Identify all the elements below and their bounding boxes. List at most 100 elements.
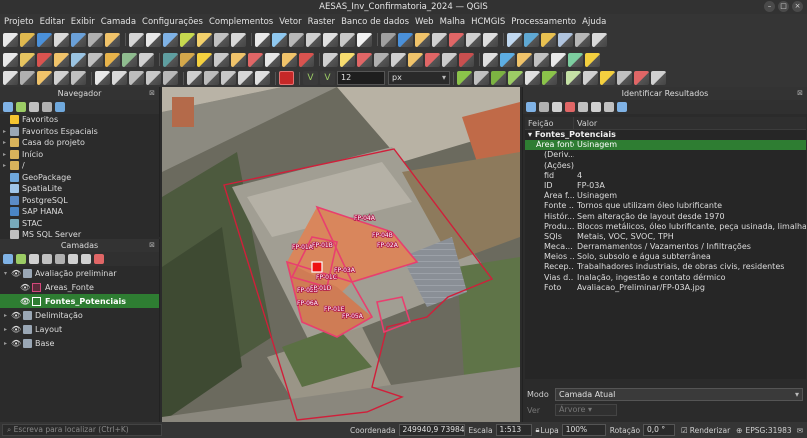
tool-row2-27-icon[interactable]: [483, 52, 498, 67]
layer-style-icon[interactable]: [3, 254, 13, 264]
tool-row3b-11-icon[interactable]: [651, 71, 666, 85]
browser-item[interactable]: SpatiaLite: [0, 183, 159, 195]
browser-item[interactable]: SAP HANA: [0, 206, 159, 218]
messages-icon[interactable]: ✉: [797, 426, 803, 435]
tool-row2-16-icon[interactable]: [282, 52, 297, 67]
tool-row3b-10-icon[interactable]: [634, 71, 649, 85]
menu-item-6[interactable]: Vetor: [279, 17, 301, 27]
tool-row3-9-icon[interactable]: [163, 71, 178, 85]
tool-row1-18-icon[interactable]: [323, 32, 338, 47]
identify-row[interactable]: fid 4: [525, 171, 806, 181]
filter-expression-icon[interactable]: [55, 254, 65, 264]
tool-row1-29-icon[interactable]: [524, 32, 539, 47]
identify-row[interactable]: Meios ... Solo, subsolo e água subterrâne…: [525, 252, 806, 262]
tool-row3-1-icon[interactable]: [20, 71, 35, 85]
identify-row[interactable]: Vias d... Inalação, ingestão e contato dé…: [525, 273, 806, 283]
menu-item-0[interactable]: Projeto: [4, 17, 34, 27]
layer-group-row[interactable]: ▾ 👁︎ Avaliação preliminar: [0, 266, 159, 280]
browser-item[interactable]: ▸ Favoritos Espaciais: [0, 126, 159, 138]
tool-row2-25-icon[interactable]: [442, 52, 457, 67]
visibility-eye-icon[interactable]: 👁︎: [20, 297, 30, 306]
tool-row1-5-icon[interactable]: [88, 32, 103, 47]
identify-row[interactable]: Histór... Sem alteração de layout desde 1…: [525, 212, 806, 222]
add-group-icon[interactable]: [16, 254, 26, 264]
tool-row2-0-icon[interactable]: [3, 52, 18, 67]
add-layer-icon[interactable]: [16, 102, 26, 112]
snapping-tolerance-input[interactable]: 12: [337, 71, 385, 85]
identify-row[interactable]: Recep... Trabalhadores industriais, de ob…: [525, 262, 806, 272]
expand-new-results-icon[interactable]: [552, 102, 562, 112]
panel-close-icon[interactable]: ⊠: [797, 87, 803, 100]
crs-globe-icon[interactable]: ⊕: [736, 426, 742, 435]
tool-row3b-2-icon[interactable]: [491, 71, 506, 85]
layer-group-row[interactable]: ▸ 👁︎ Layout: [0, 322, 159, 336]
snapping-vertex-icon[interactable]: V: [303, 71, 318, 85]
menu-item-4[interactable]: Configurações: [142, 17, 203, 27]
tool-row3b-9-icon[interactable]: [617, 71, 632, 85]
scale-field[interactable]: 1:513: [495, 424, 532, 436]
tool-row1-0-icon[interactable]: [3, 32, 18, 47]
tool-row1-27-icon[interactable]: [483, 32, 498, 47]
identify-row[interactable]: Área f... Usinagem: [525, 191, 806, 201]
tool-row1-6-icon[interactable]: [105, 32, 120, 47]
tool-row3-8-icon[interactable]: [146, 71, 161, 85]
tool-row3b-6-icon[interactable]: [566, 71, 581, 85]
tool-row3b-3-icon[interactable]: [508, 71, 523, 85]
menu-item-2[interactable]: Exibir: [71, 17, 95, 27]
tool-row2-12-icon[interactable]: [214, 52, 229, 67]
map-svg[interactable]: FP-01A FP-01B FP-01CFP-03A FP-04A FP-04B FP-0…: [162, 87, 520, 422]
browser-item[interactable]: ▸ Casa do projeto: [0, 137, 159, 149]
visibility-eye-icon[interactable]: 👁︎: [11, 311, 21, 320]
tool-row3-6-icon[interactable]: [112, 71, 127, 85]
tool-row2-32-icon[interactable]: [568, 52, 583, 67]
tool-row2-29-icon[interactable]: [517, 52, 532, 67]
tool-row3-13-icon[interactable]: [238, 71, 253, 85]
menu-item-12[interactable]: Processamento: [511, 17, 576, 27]
tool-row1-24-icon[interactable]: [432, 32, 447, 47]
tool-row2-11-icon[interactable]: [197, 52, 212, 67]
tool-row3-10-icon[interactable]: [187, 71, 202, 85]
tool-row1-32-icon[interactable]: [575, 32, 590, 47]
manage-map-themes-icon[interactable]: [29, 254, 39, 264]
tool-row1-17-icon[interactable]: [306, 32, 321, 47]
menu-item-13[interactable]: Ajuda: [582, 17, 606, 27]
close-icon[interactable]: ×: [792, 1, 803, 12]
tool-row2-3-icon[interactable]: [54, 52, 69, 67]
identify-row[interactable]: (Ações): [525, 161, 806, 171]
identify-row[interactable]: Foto Avaliacao_Preliminar/FP-03A.jpg: [525, 283, 806, 293]
remove-layer-icon[interactable]: [94, 254, 104, 264]
lock-scale-icon[interactable]: 🔒︎: [536, 425, 540, 435]
tool-row1-10-icon[interactable]: [180, 32, 195, 47]
print-icon[interactable]: [591, 102, 601, 112]
tool-row2-5-icon[interactable]: [88, 52, 103, 67]
identify-row[interactable]: Meca... Derramamentos / Vazamentos / Infi…: [525, 242, 806, 252]
snapping-magnet-icon[interactable]: [279, 71, 294, 85]
tool-row1-33-icon[interactable]: [592, 32, 607, 47]
panel-close-icon[interactable]: ⊠: [149, 87, 155, 100]
coordinate-field[interactable]: 249940,9 7398435,2: [398, 424, 465, 436]
tool-row3-2-icon[interactable]: [37, 71, 52, 85]
browser-item[interactable]: STAC: [0, 218, 159, 230]
tool-row1-25-icon[interactable]: [449, 32, 464, 47]
expand-all-icon[interactable]: [68, 254, 78, 264]
visibility-eye-icon[interactable]: 👁︎: [11, 325, 21, 334]
identify-settings-icon[interactable]: [604, 102, 614, 112]
tool-row2-2-icon[interactable]: [37, 52, 52, 67]
tool-row2-20-icon[interactable]: [357, 52, 372, 67]
tool-row3b-4-icon[interactable]: [525, 71, 540, 85]
expand-arrow-icon[interactable]: ▸: [3, 126, 10, 138]
render-checkbox[interactable]: ☑: [681, 426, 688, 435]
layer-group-row[interactable]: ▸ 👁︎ Base: [0, 336, 159, 350]
tool-row2-26-icon[interactable]: [459, 52, 474, 67]
identify-view-select[interactable]: Árvore ▾: [555, 404, 617, 416]
identify-group-row[interactable]: ▾ Fontes_Potenciais: [525, 130, 806, 140]
map-canvas[interactable]: FP-01A FP-01B FP-01C FP-03A FP-04A FP-04B FP-0…: [162, 87, 520, 422]
tool-row3b-0-icon[interactable]: [457, 71, 472, 85]
visibility-eye-icon[interactable]: 👁︎: [11, 269, 21, 278]
tool-row2-24-icon[interactable]: [425, 52, 440, 67]
browser-item[interactable]: GeoPackage: [0, 172, 159, 184]
expand-arrow-icon[interactable]: ▸: [4, 340, 11, 347]
tool-row2-22-icon[interactable]: [391, 52, 406, 67]
tool-row3-7-icon[interactable]: [129, 71, 144, 85]
menu-item-5[interactable]: Complementos: [209, 17, 273, 27]
